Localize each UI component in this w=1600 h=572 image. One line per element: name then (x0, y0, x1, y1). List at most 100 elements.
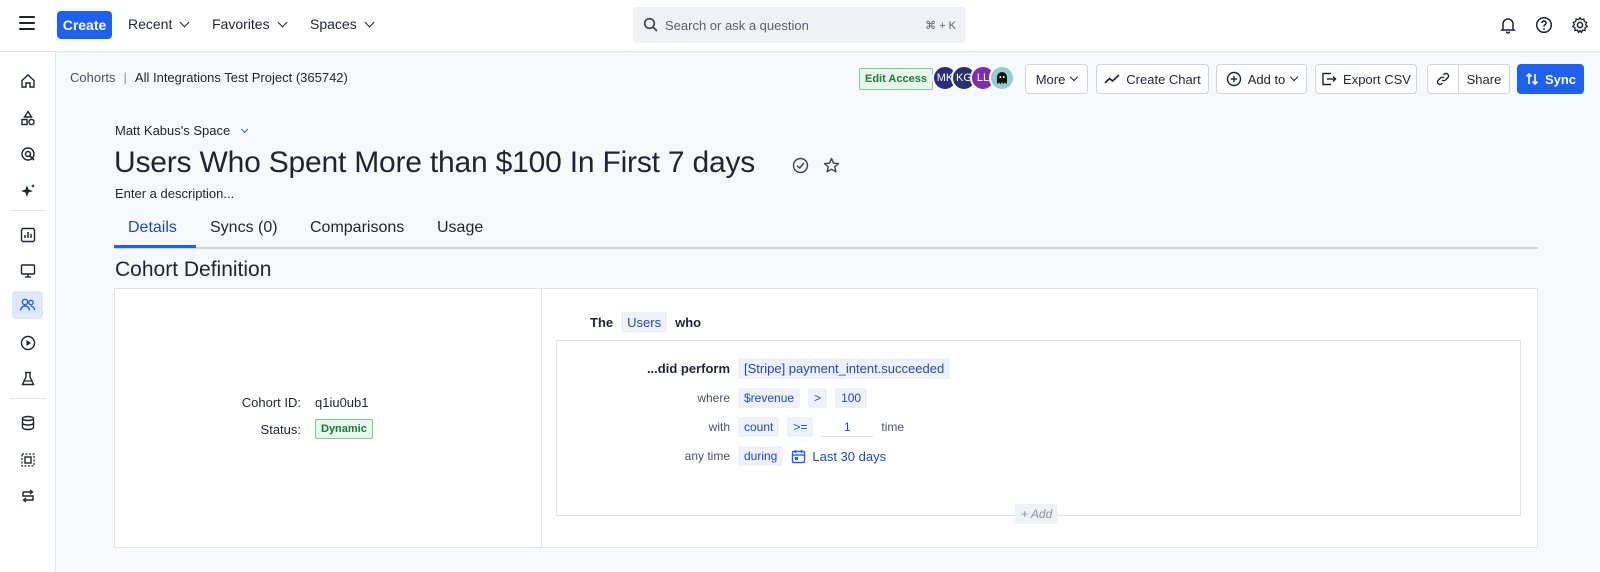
value-selector[interactable]: 100 (835, 388, 868, 408)
bell-icon[interactable] (1499, 16, 1517, 34)
cohort-subject-row: The Users who (590, 312, 701, 333)
star-icon[interactable] (823, 157, 840, 174)
search-shortcut: ⌘ + K (925, 19, 956, 32)
sidebar-divider (10, 210, 46, 211)
tab-bar: Details Syncs (0) Comparisons Usage (114, 213, 1538, 249)
breadcrumb: Cohorts | All Integrations Test Project … (70, 70, 348, 85)
operator-selector[interactable]: > (808, 388, 828, 408)
space-selector[interactable]: Matt Kabus's Space (115, 123, 249, 138)
shapes-icon[interactable] (17, 107, 39, 129)
menu-icon[interactable] (19, 16, 35, 30)
date-range-picker[interactable]: Last 30 days (791, 449, 886, 464)
sync-icon (1525, 72, 1539, 86)
chevron-down-icon (277, 17, 288, 27)
link-icon (1436, 72, 1450, 86)
sync-button[interactable]: Sync (1517, 64, 1584, 94)
breadcrumb-project[interactable]: All Integrations Test Project (365742) (135, 70, 348, 85)
add-to-button[interactable]: Add to (1216, 64, 1307, 94)
add-condition-button[interactable]: + Add (1015, 504, 1059, 524)
nav-favorites[interactable]: Favorites (212, 16, 288, 32)
nav-spaces-label: Spaces (310, 16, 357, 32)
calendar-icon (792, 449, 806, 463)
sidebar-divider (10, 398, 46, 399)
avatar-ghost-icon[interactable] (989, 65, 1015, 91)
chart-icon[interactable] (17, 224, 39, 246)
more-button[interactable]: More (1025, 64, 1088, 94)
during-selector[interactable]: during (738, 446, 784, 466)
chevron-down-icon (1070, 72, 1079, 82)
flask-icon[interactable] (17, 368, 39, 390)
count-input[interactable]: 1 (821, 418, 874, 437)
create-chart-label: Create Chart (1126, 71, 1201, 87)
status-row: Status: Dynamic (115, 419, 373, 439)
perform-label: ...did perform (646, 361, 730, 376)
nav-favorites-label: Favorites (212, 16, 270, 32)
sparkle-icon[interactable] (17, 180, 39, 202)
count-unit: time (881, 420, 905, 434)
cohort-id-row: Cohort ID: q1iu0ub1 (115, 395, 369, 410)
share-button[interactable]: Share (1458, 64, 1510, 94)
the-label: The (590, 315, 614, 330)
active-tab-indicator (114, 245, 196, 248)
home-icon[interactable] (17, 70, 39, 92)
top-bar: Create Recent Favorites Spaces Search or… (0, 0, 1600, 52)
monitor-icon[interactable] (17, 260, 39, 282)
chevron-down-icon (241, 125, 249, 133)
cohort-meta-panel: Cohort ID: q1iu0ub1 Status: Dynamic (115, 289, 542, 547)
status-label: Status: (260, 421, 301, 437)
verified-check-icon[interactable] (792, 157, 809, 174)
tab-details[interactable]: Details (128, 219, 177, 237)
page-title[interactable]: Users Who Spent More than $100 In First … (114, 146, 755, 180)
breadcrumb-separator: | (123, 70, 127, 85)
more-label: More (1035, 71, 1066, 87)
create-chart-button[interactable]: Create Chart (1096, 64, 1209, 94)
tab-usage[interactable]: Usage (437, 219, 483, 237)
help-icon[interactable] (1535, 16, 1553, 34)
play-circle-icon[interactable] (17, 332, 39, 354)
entity-selector[interactable]: Users (621, 312, 668, 333)
cohort-id-value: q1iu0ub1 (315, 395, 369, 410)
description-field[interactable]: Enter a description... (115, 186, 234, 201)
export-icon (1322, 72, 1337, 86)
search-icon (643, 17, 658, 32)
gear-icon[interactable] (1571, 16, 1589, 34)
date-range-label: Last 30 days (812, 448, 887, 464)
sync-label: Sync (1544, 71, 1577, 87)
property-selector[interactable]: $revenue (738, 388, 801, 408)
with-label: with (708, 420, 730, 434)
section-title: Cohort Definition (115, 258, 272, 281)
edit-access-badge: Edit Access (859, 68, 933, 90)
export-csv-label: Export CSV (1343, 71, 1411, 87)
where-row: where $revenue > 100 (556, 388, 868, 408)
event-selector[interactable]: [Stripe] payment_intent.succeeded (738, 358, 951, 379)
tab-syncs[interactable]: Syncs (0) (210, 219, 278, 237)
object-icon[interactable] (17, 449, 39, 471)
breadcrumb-cohorts[interactable]: Cohorts (70, 70, 116, 85)
status-badge: Dynamic (315, 419, 373, 439)
create-button[interactable]: Create (57, 11, 112, 39)
nav-recent[interactable]: Recent (128, 16, 190, 32)
trend-line-icon (1104, 74, 1120, 84)
perform-row: ...did perform [Stripe] payment_intent.s… (556, 358, 951, 379)
nav-spaces[interactable]: Spaces (310, 16, 375, 32)
who-label: who (675, 315, 702, 330)
where-label: where (697, 391, 730, 405)
count-operator-selector[interactable]: >= (787, 417, 814, 437)
time-row: any time during Last 30 days (556, 446, 886, 466)
export-csv-button[interactable]: Export CSV (1315, 64, 1417, 94)
nav-recent-label: Recent (128, 16, 173, 32)
with-row: with count >= 1 time (556, 417, 904, 437)
space-name: Matt Kabus's Space (115, 123, 231, 138)
metric-selector[interactable]: count (738, 417, 780, 437)
tab-comparisons[interactable]: Comparisons (310, 219, 404, 237)
users-icon[interactable] (12, 291, 43, 319)
plus-circle-icon (1226, 71, 1241, 87)
pipeline-icon[interactable] (17, 485, 39, 507)
copy-link-button[interactable] (1427, 64, 1459, 94)
database-icon[interactable] (17, 412, 39, 434)
search-input[interactable]: Search or ask a question ⌘ + K (633, 7, 966, 43)
chevron-down-icon (1290, 72, 1299, 82)
sidebar (0, 52, 56, 572)
title-actions (792, 157, 840, 174)
target-icon[interactable] (17, 143, 39, 165)
